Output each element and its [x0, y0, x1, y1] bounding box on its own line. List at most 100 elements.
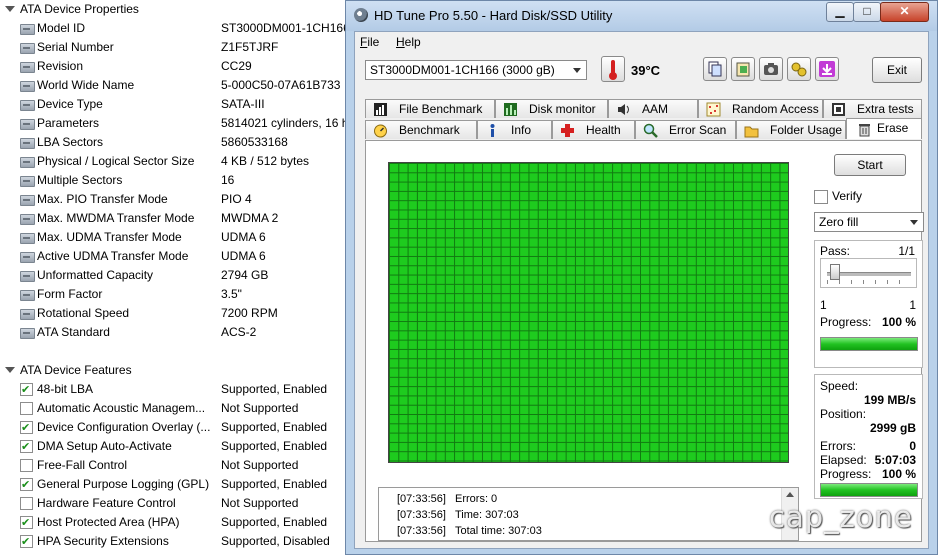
property-value: MWDMA 2 [221, 211, 279, 225]
property-label: Revision [37, 59, 84, 73]
minimize-button[interactable]: ▁ [826, 2, 854, 22]
tab-health[interactable]: Health [552, 120, 635, 139]
tab-benchmark[interactable]: Benchmark [365, 120, 477, 139]
folder-icon [744, 126, 759, 138]
tab-error-scan[interactable]: Error Scan [635, 120, 736, 139]
exit-button[interactable]: Exit [872, 57, 922, 83]
pass-slider[interactable] [820, 258, 917, 288]
options-button[interactable] [787, 57, 811, 81]
tab-row-bottom: Benchmark Info Health Error Scan Folder … [365, 118, 922, 139]
checkbox-icon[interactable] [20, 437, 33, 456]
erase-mode-select[interactable]: Zero fill [814, 212, 924, 232]
property-row[interactable]: Parameters 5814021 cylinders, 16 he [18, 114, 350, 133]
property-row[interactable]: LBA Sectors 5860533168 [18, 133, 350, 152]
feature-row[interactable]: 48-bit LBA Supported, Enabled [18, 380, 350, 399]
total-progress-label: Progress: [820, 467, 872, 481]
property-row[interactable]: Multiple Sectors 16 [18, 171, 350, 190]
feature-value: Not Supported [221, 401, 299, 415]
copy-screenshot-button[interactable] [731, 57, 755, 81]
section-ata-device-properties[interactable]: ATA Device Properties [2, 0, 139, 19]
property-row[interactable]: Serial Number Z1F5TJRF [18, 38, 350, 57]
property-label: Max. UDMA Transfer Mode [37, 230, 182, 244]
property-row[interactable]: Max. UDMA Transfer Mode UDMA 6 [18, 228, 350, 247]
copy-text-button[interactable] [703, 57, 727, 81]
property-row[interactable]: ATA Standard ACS-2 [18, 323, 350, 342]
start-button[interactable]: Start [834, 154, 906, 176]
clipboard-icon [736, 62, 750, 77]
property-row[interactable]: World Wide Name 5-000C50-07A61B733 [18, 76, 350, 95]
tab-extra-tests[interactable]: Extra tests [823, 99, 922, 118]
tab-random-access[interactable]: Random Access [698, 99, 823, 118]
checkbox-icon[interactable] [20, 402, 33, 415]
verify-checkbox[interactable] [814, 190, 828, 204]
section-title: ATA Device Features [20, 363, 132, 377]
checkbox-icon[interactable] [20, 532, 33, 551]
extra-tests-icon [832, 103, 845, 116]
feature-label: Host Protected Area (HPA) [37, 515, 180, 529]
log-list[interactable]: [07:33:56] Errors: 0 [07:33:56] Time: 307:… [378, 487, 799, 541]
property-row[interactable]: Max. MWDMA Transfer Mode MWDMA 2 [18, 209, 350, 228]
properties-icon [20, 328, 35, 339]
properties-icon [20, 24, 35, 35]
property-row[interactable]: Unformatted Capacity 2794 GB [18, 266, 350, 285]
menu-file[interactable]: File [360, 35, 379, 49]
section-title: ATA Device Properties [20, 2, 139, 16]
collapse-arrow-icon[interactable] [2, 5, 16, 15]
property-row[interactable]: Device Type SATA-III [18, 95, 350, 114]
client-area: File Help ST3000DM001-1CH166 (3000 gB) 3… [354, 31, 929, 549]
section-ata-device-features[interactable]: ATA Device Features [2, 361, 132, 380]
property-value: ST3000DM001-1CH166 [221, 21, 349, 35]
properties-icon [20, 214, 35, 225]
tab-disk-monitor[interactable]: Disk monitor [495, 99, 608, 118]
close-button[interactable]: ✕ [880, 2, 929, 22]
property-label: Model ID [37, 21, 86, 35]
checkbox-icon[interactable] [20, 418, 33, 437]
collapse-arrow-icon[interactable] [2, 366, 16, 376]
tab-info[interactable]: Info [477, 120, 552, 139]
feature-row[interactable]: Hardware Feature Control Not Supported [18, 494, 350, 513]
feature-row[interactable]: DMA Setup Auto-Activate Supported, Enable… [18, 437, 350, 456]
checkbox-icon[interactable] [20, 380, 33, 399]
property-row[interactable]: Form Factor 3.5" [18, 285, 350, 304]
tab-aam[interactable]: AAM [608, 99, 698, 118]
log-line: [07:33:56] Errors: 0 [397, 493, 498, 505]
title-bar[interactable]: HD Tune Pro 5.50 - Hard Disk/SSD Utility… [346, 1, 937, 31]
feature-value: Supported, Enabled [221, 477, 328, 491]
property-row[interactable]: Physical / Logical Sector Size 4 KB / 512… [18, 152, 350, 171]
tab-erase[interactable]: Erase [846, 118, 922, 139]
feature-row[interactable]: Automatic Acoustic Managem... Not Support… [18, 399, 350, 418]
errors-label: Errors: [820, 439, 856, 453]
feature-row[interactable]: Device Configuration Overlay (... Support… [18, 418, 350, 437]
tab-folder-usage[interactable]: Folder Usage [736, 120, 846, 139]
random-access-icon [706, 102, 721, 117]
tab-label: Erase [877, 121, 909, 135]
maximize-button[interactable]: □ [853, 2, 881, 22]
feature-row[interactable]: Host Protected Area (HPA) Supported, Enab… [18, 513, 350, 532]
erase-mode-value: Zero fill [819, 215, 859, 229]
feature-label: Free-Fall Control [37, 458, 128, 472]
save-screenshot-button[interactable] [759, 57, 783, 81]
checkbox-icon[interactable] [20, 459, 33, 472]
tab-label: Benchmark [399, 123, 460, 137]
feature-row[interactable]: HPA Security Extensions Supported, Disabl… [18, 532, 350, 551]
feature-row[interactable]: Free-Fall Control Not Supported [18, 456, 350, 475]
pass-progress-value: 100 % [881, 315, 916, 329]
checkbox-icon[interactable] [20, 513, 33, 532]
property-row[interactable]: Active UDMA Transfer Mode UDMA 6 [18, 247, 350, 266]
slider-thumb[interactable] [830, 264, 840, 280]
save-download-button[interactable] [815, 57, 839, 81]
property-row[interactable]: Model ID ST3000DM001-1CH166 [18, 19, 350, 38]
scroll-up-arrow-icon[interactable] [786, 492, 794, 497]
checkbox-icon[interactable] [20, 497, 33, 510]
property-row[interactable]: Revision CC29 [18, 57, 350, 76]
drive-select[interactable]: ST3000DM001-1CH166 (3000 gB) [365, 60, 587, 80]
property-row[interactable]: Rotational Speed 7200 RPM [18, 304, 350, 323]
feature-row[interactable]: General Purpose Logging (GPL) Supported, … [18, 475, 350, 494]
tab-file-benchmark[interactable]: File Benchmark [365, 99, 495, 118]
properties-icon [20, 81, 35, 92]
ata-properties-tree[interactable]: ATA Device Properties Model ID ST3000DM00… [0, 0, 350, 555]
property-row[interactable]: Max. PIO Transfer Mode PIO 4 [18, 190, 350, 209]
checkbox-icon[interactable] [20, 475, 33, 494]
properties-icon [20, 271, 35, 282]
menu-help[interactable]: Help [396, 35, 421, 49]
